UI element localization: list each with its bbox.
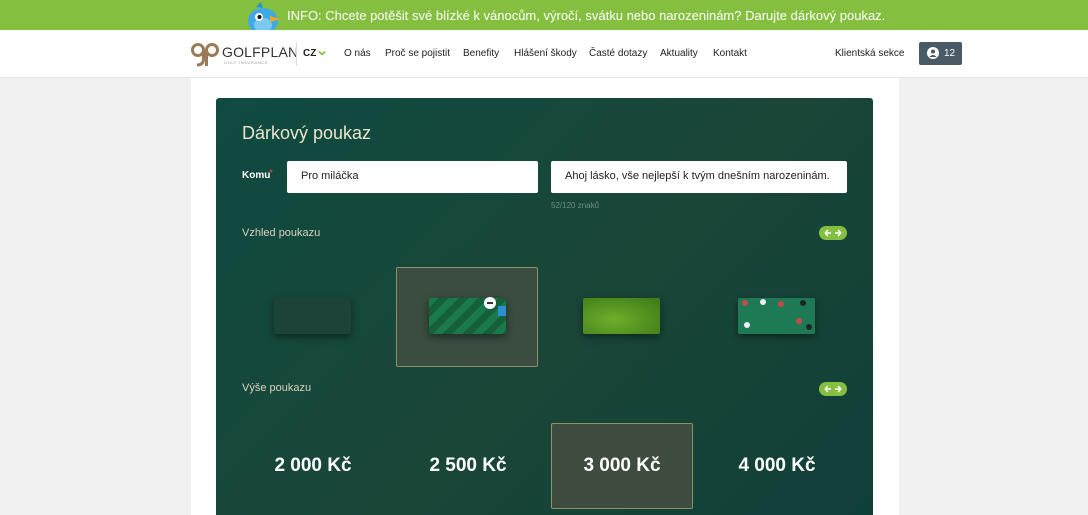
- left-right-arrows-icon: [824, 385, 842, 393]
- client-section-link[interactable]: Klientská sekce: [835, 48, 904, 59]
- language-selector[interactable]: CZ: [303, 48, 316, 59]
- cart-button[interactable]: 12: [919, 42, 962, 65]
- chip-icon: [742, 300, 748, 306]
- nav-item-kontakt[interactable]: Kontakt: [713, 48, 747, 59]
- golfplan-logo-icon: [191, 43, 219, 67]
- amount-option-2500[interactable]: 2 500 Kč: [398, 455, 538, 477]
- info-banner[interactable]: INFO: Chcete potěšit své blízké k vánoců…: [0, 0, 1088, 37]
- voucher-card: Dárkový poukaz Komu * Pro miláčka Ahoj l…: [216, 98, 873, 515]
- chevron-down-icon[interactable]: [318, 49, 326, 57]
- info-banner-text[interactable]: INFO: Chcete potěšit své blízké k vánoců…: [287, 8, 885, 23]
- nav-item-aktuality[interactable]: Aktuality: [660, 48, 698, 59]
- cart-count: 12: [944, 48, 956, 59]
- site-header: GOLFPLAN GOLF INSURANCE CZ O nás Proč se…: [0, 30, 1088, 78]
- recipient-label: Komu: [242, 170, 271, 181]
- design-option-green-poker[interactable]: [738, 298, 815, 334]
- logo-text: GOLFPLAN: [222, 44, 299, 60]
- nav-item-hlaseni-skody[interactable]: Hlášení škody: [514, 48, 577, 59]
- minus-badge-icon: [484, 297, 496, 309]
- chip-icon: [744, 322, 750, 328]
- nav-item-caste-dotazy[interactable]: Časté dotazy: [589, 48, 647, 59]
- design-option-dark-green[interactable]: [274, 298, 351, 334]
- chip-icon: [778, 301, 784, 307]
- char-counter: 52/120 znaků: [551, 201, 600, 210]
- amount-section-label: Výše poukazu: [242, 382, 312, 394]
- chip-icon: [800, 300, 806, 306]
- header-divider: [296, 42, 297, 66]
- chip-icon: [760, 299, 766, 305]
- left-right-arrows-icon: [824, 229, 842, 237]
- voucher-title: Dárkový poukaz: [242, 123, 372, 143]
- recipient-input[interactable]: Pro miláčka: [287, 161, 538, 193]
- flag-icon: [498, 306, 506, 316]
- design-option-green-stripes[interactable]: [429, 297, 506, 334]
- design-carousel-arrows[interactable]: [819, 226, 847, 240]
- chip-icon: [796, 318, 802, 324]
- design-section-label: Vzhled poukazu: [242, 227, 321, 239]
- required-mark: *: [269, 168, 273, 179]
- chip-icon: [806, 324, 812, 330]
- amount-option-3000[interactable]: 3 000 Kč: [552, 455, 692, 477]
- nav-item-o-nas[interactable]: O nás: [344, 48, 371, 59]
- nav-item-benefity[interactable]: Benefity: [463, 48, 499, 59]
- design-option-golf-grass[interactable]: [583, 298, 660, 334]
- logo-subtext: GOLF INSURANCE: [224, 60, 268, 65]
- user-cart-icon: [927, 47, 939, 59]
- amount-option-4000[interactable]: 4 000 Kč: [707, 455, 847, 477]
- golfplan-logo[interactable]: GOLFPLAN GOLF INSURANCE: [191, 41, 298, 67]
- amount-carousel-arrows[interactable]: [819, 382, 847, 396]
- nav-item-proc-se-pojistit[interactable]: Proč se pojistit: [385, 48, 450, 59]
- message-input[interactable]: Ahoj lásko, vše nejlepší k tvým dnešním …: [551, 161, 847, 193]
- amount-option-2000[interactable]: 2 000 Kč: [243, 455, 383, 477]
